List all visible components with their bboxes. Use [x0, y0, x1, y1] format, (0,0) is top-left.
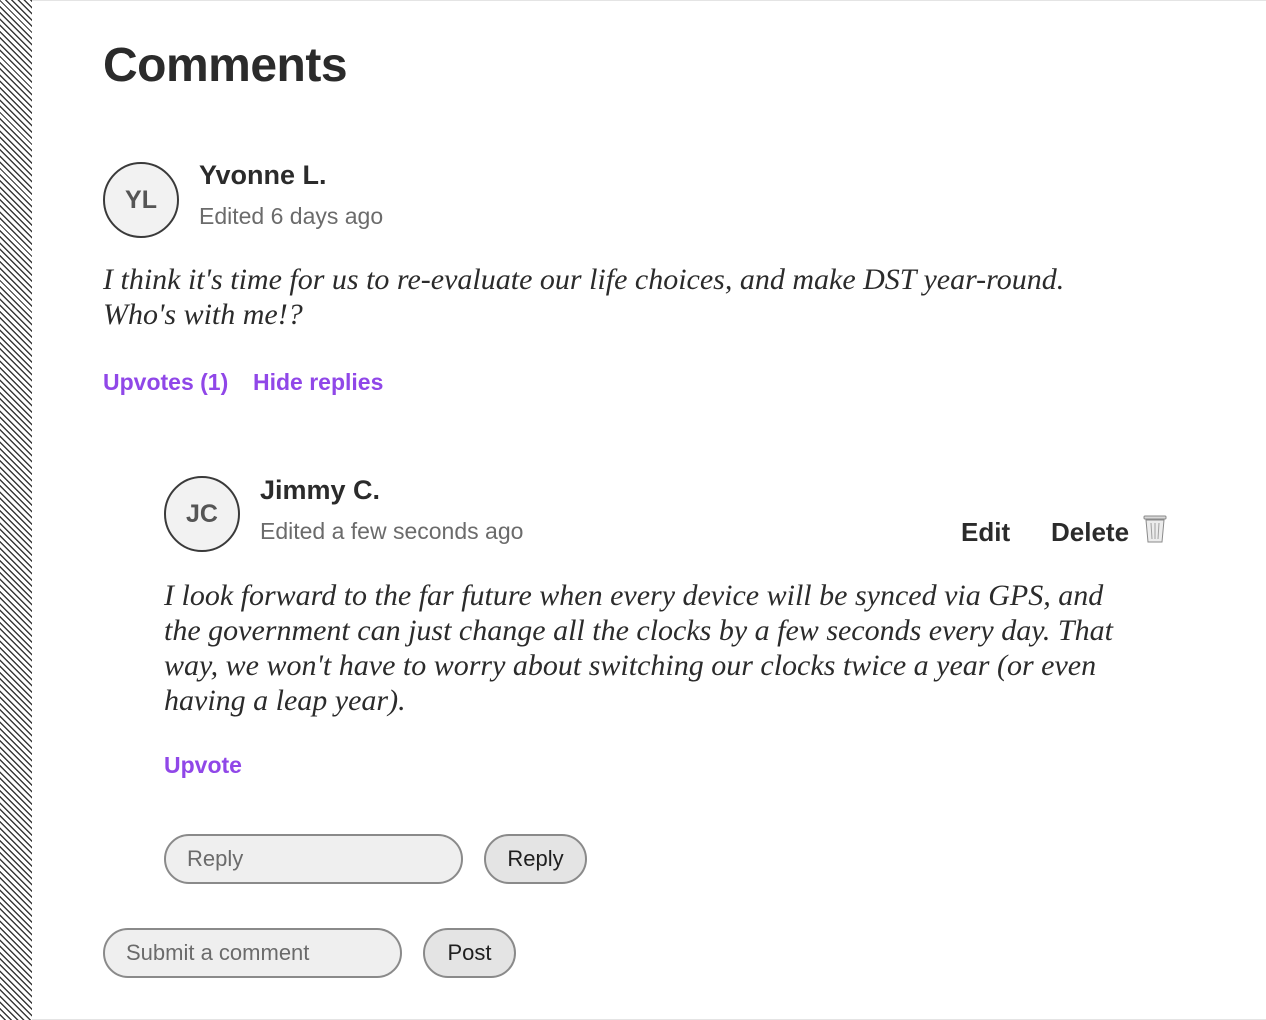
- comment-author: Yvonne L.: [199, 160, 327, 190]
- post-button[interactable]: Post: [423, 928, 516, 978]
- trash-icon[interactable]: [1142, 515, 1168, 543]
- reply-body-line: the government can just change all the c…: [164, 614, 1113, 647]
- reply-input[interactable]: [164, 834, 463, 884]
- upvote-link[interactable]: Upvote: [164, 752, 242, 779]
- reply-body-line: way, we won't have to worry about switch…: [164, 649, 1097, 682]
- comment-body-line: Who's with me!?: [103, 298, 303, 331]
- comment-body: I think it's time for us to re-evaluate …: [103, 262, 1203, 332]
- reply-author: Jimmy C.: [260, 475, 381, 505]
- comment-timestamp: Edited 6 days ago: [199, 203, 384, 229]
- reply-button[interactable]: Reply: [484, 834, 587, 884]
- upvotes-link[interactable]: Upvotes (1): [103, 369, 228, 396]
- avatar: JC: [164, 476, 240, 552]
- reply-body-line: I look forward to the far future when ev…: [164, 579, 1104, 612]
- hide-replies-link[interactable]: Hide replies: [253, 369, 383, 396]
- page-title: Comments: [103, 39, 348, 92]
- comment-input[interactable]: [103, 928, 402, 978]
- striped-sidebar: [0, 0, 32, 1020]
- reply-body-line: having a leap year).: [164, 684, 406, 717]
- reply-body: I look forward to the far future when ev…: [164, 578, 1224, 718]
- edit-button[interactable]: Edit: [961, 517, 1010, 548]
- reply-timestamp: Edited a few seconds ago: [260, 518, 524, 544]
- avatar: YL: [103, 162, 179, 238]
- delete-button[interactable]: Delete: [1051, 517, 1129, 548]
- comment-body-line: I think it's time for us to re-evaluate …: [103, 263, 1065, 296]
